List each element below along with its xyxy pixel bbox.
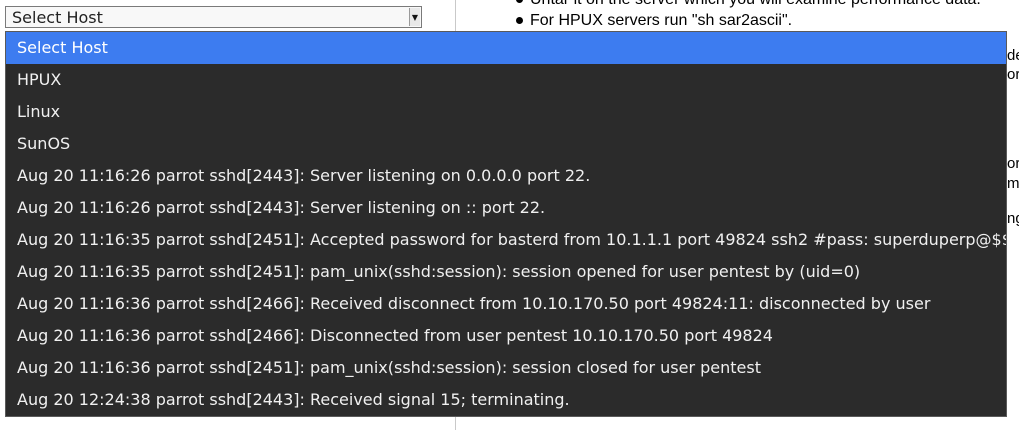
instruction-item: For HPUX servers run "sh sar2ascii". [512,10,981,31]
host-select[interactable]: Select Host ▼ [5,6,422,28]
dropdown-option-selected[interactable]: Select Host [6,32,1006,64]
instructions-list: Untar it on the server which you will ex… [512,0,981,31]
dropdown-option[interactable]: Aug 20 11:16:36 parrot sshd[2466]: Recei… [6,288,1006,320]
dropdown-option[interactable]: Aug 20 11:16:26 parrot sshd[2443]: Serve… [6,192,1006,224]
instruction-item: Untar it on the server which you will ex… [512,0,981,10]
dropdown-option[interactable]: Linux [6,96,1006,128]
dropdown-option[interactable]: Aug 20 11:16:36 parrot sshd[2451]: pam_u… [6,352,1006,384]
host-dropdown-list[interactable]: Select Host HPUX Linux SunOS Aug 20 11:16:26… [5,31,1007,417]
dropdown-option[interactable]: HPUX [6,64,1006,96]
dropdown-option[interactable]: Aug 20 11:16:35 parrot sshd[2451]: Accep… [6,224,1006,256]
dropdown-option[interactable]: Aug 20 12:24:38 parrot sshd[2443]: Recei… [6,384,1006,416]
clipped-text-fragment: ng [1007,210,1019,227]
dropdown-option[interactable]: Aug 20 11:16:35 parrot sshd[2451]: pam_u… [6,256,1006,288]
clipped-text-fragment: or [1007,155,1019,172]
host-select-value: Select Host [12,8,103,27]
clipped-text-fragment: ma [1007,175,1019,192]
clipped-text-fragment: de [1007,47,1019,64]
chevron-down-icon[interactable]: ▼ [409,8,420,26]
clipped-text-fragment: or [1007,66,1019,83]
dropdown-option[interactable]: Aug 20 11:16:36 parrot sshd[2466]: Disco… [6,320,1006,352]
dropdown-option[interactable]: Aug 20 11:16:26 parrot sshd[2443]: Serve… [6,160,1006,192]
dropdown-option[interactable]: SunOS [6,128,1006,160]
